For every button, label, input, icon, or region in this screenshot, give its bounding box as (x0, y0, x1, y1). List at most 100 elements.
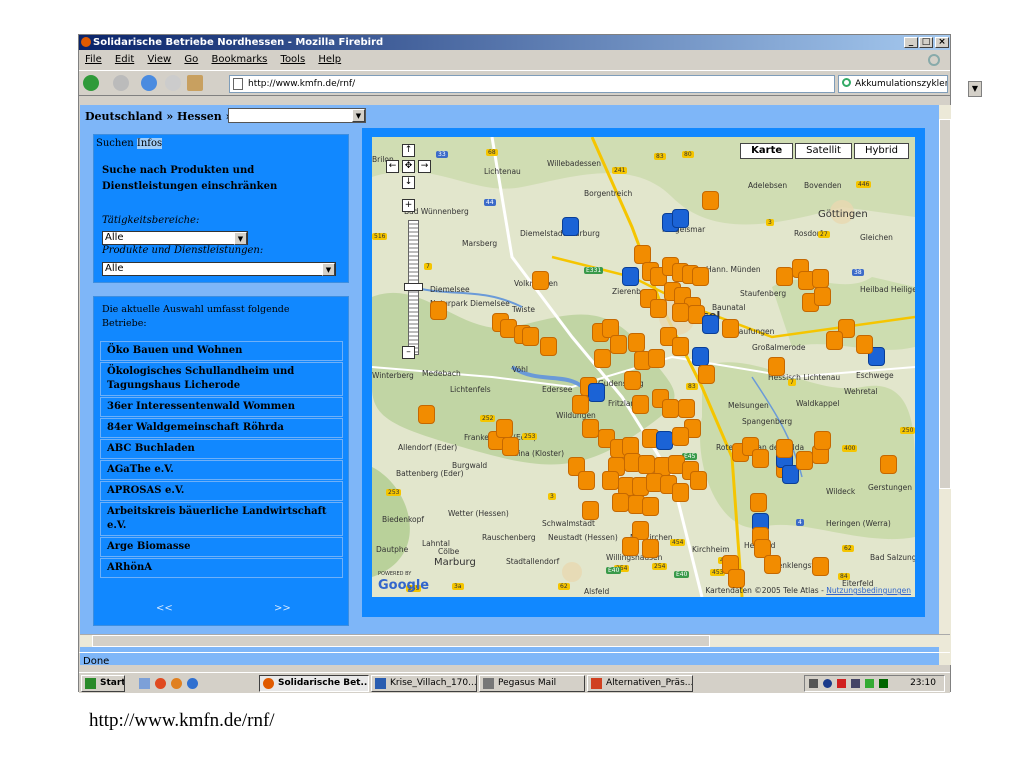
map-marker[interactable] (750, 493, 767, 512)
volume-icon[interactable] (809, 679, 818, 688)
browser-quicklaunch-icon[interactable] (155, 678, 166, 689)
task-powerpoint[interactable]: Alternativen_Präs... (587, 675, 693, 692)
map-marker[interactable] (672, 427, 689, 446)
map-marker[interactable] (768, 357, 785, 376)
map-marker[interactable] (826, 331, 843, 350)
list-item[interactable]: Ökologisches Schullandheim und Tagungsha… (100, 362, 343, 396)
map-marker[interactable] (540, 337, 557, 356)
map-marker[interactable] (814, 431, 831, 450)
map-marker[interactable] (622, 537, 639, 556)
tab-search[interactable]: Suchen (96, 138, 134, 149)
maximize-button[interactable]: □ (919, 37, 933, 48)
map-marker[interactable] (672, 483, 689, 502)
map-marker[interactable] (532, 271, 549, 290)
map-marker[interactable] (622, 267, 639, 286)
map-marker[interactable] (722, 319, 739, 338)
map-marker[interactable] (752, 449, 769, 468)
map-marker[interactable] (496, 419, 513, 438)
back-icon[interactable] (83, 75, 99, 91)
terms-link[interactable]: Nutzungsbedingungen (826, 586, 911, 595)
map-marker[interactable] (502, 437, 519, 456)
map-marker[interactable] (632, 395, 649, 414)
tab-info[interactable]: Infos (136, 138, 163, 149)
map-marker[interactable] (698, 365, 715, 384)
list-item[interactable]: 84er Waldgemeinschaft Röhrda (100, 418, 343, 438)
antivirus-icon[interactable] (865, 679, 874, 688)
menu-view[interactable]: View (147, 54, 171, 65)
map-marker[interactable] (812, 269, 829, 288)
list-item[interactable]: APROSAS e.V. (100, 481, 343, 501)
url-field[interactable]: http://www.kmfn.de/rnf/ ▼ (229, 75, 982, 97)
activity-select[interactable]: Alle ▼ (102, 231, 248, 245)
map-marker[interactable] (624, 371, 641, 390)
map-marker[interactable] (690, 471, 707, 490)
map-marker[interactable] (814, 287, 831, 306)
map-marker[interactable] (582, 419, 599, 438)
search-field[interactable]: Akkumulationszyklen (838, 75, 948, 93)
map-marker[interactable] (856, 335, 873, 354)
map-marker[interactable] (418, 405, 435, 424)
messenger-icon[interactable] (851, 679, 860, 688)
map-marker[interactable] (812, 557, 829, 576)
vertical-scrollbar[interactable] (939, 105, 951, 665)
region-select[interactable]: ▼ (228, 108, 366, 123)
menu-go[interactable]: Go (184, 54, 198, 65)
map-marker[interactable] (430, 301, 447, 320)
list-item[interactable]: Arge Biomasse (100, 537, 343, 557)
map-marker[interactable] (582, 501, 599, 520)
menu-file[interactable]: File (85, 54, 102, 65)
list-item[interactable]: ARhönA (100, 558, 343, 578)
url-dropdown-button[interactable]: ▼ (968, 81, 982, 97)
minimize-button[interactable]: _ (904, 37, 918, 48)
map-marker[interactable] (656, 431, 673, 450)
map-marker[interactable] (594, 349, 611, 368)
map-marker[interactable] (650, 299, 667, 318)
task-pegasus[interactable]: Pegasus Mail (479, 675, 585, 692)
map-marker[interactable] (702, 191, 719, 210)
map-marker[interactable] (692, 347, 709, 366)
map[interactable]: Brilon Lichtenau Willebadessen Borgentre… (372, 137, 915, 597)
pan-up-button[interactable]: ↑ (402, 144, 415, 157)
map-marker[interactable] (672, 337, 689, 356)
security-icon[interactable] (837, 679, 846, 688)
map-marker[interactable] (764, 555, 781, 574)
home-icon[interactable] (187, 75, 203, 91)
prev-page-link[interactable]: << (156, 603, 173, 614)
map-type-karte[interactable]: Karte (740, 143, 794, 159)
list-item[interactable]: AGaThe e.V. (100, 460, 343, 480)
horizontal-scrollbar[interactable] (80, 634, 950, 647)
map-marker[interactable] (562, 217, 579, 236)
map-marker[interactable] (702, 315, 719, 334)
map-marker[interactable] (776, 439, 793, 458)
pan-right-button[interactable]: → (418, 160, 431, 173)
map-marker[interactable] (648, 349, 665, 368)
list-item[interactable]: Öko Bauen und Wohnen (100, 341, 343, 361)
map-type-satellit[interactable]: Satellit (795, 143, 852, 159)
menu-edit[interactable]: Edit (115, 54, 134, 65)
task-word[interactable]: Krise_Villach_170... (371, 675, 477, 692)
forward-icon[interactable] (113, 75, 129, 91)
map-marker[interactable] (602, 471, 619, 490)
map-marker[interactable] (588, 383, 605, 402)
map-marker[interactable] (612, 493, 629, 512)
reload-icon[interactable] (141, 75, 157, 91)
map-marker[interactable] (610, 335, 627, 354)
map-marker[interactable] (880, 455, 897, 474)
map-marker[interactable] (796, 451, 813, 470)
map-marker[interactable] (642, 497, 659, 516)
map-marker[interactable] (578, 471, 595, 490)
close-button[interactable]: × (935, 37, 949, 48)
map-marker[interactable] (642, 539, 659, 558)
battery-icon[interactable] (879, 679, 888, 688)
task-firebird[interactable]: Solidarische Bet... (259, 675, 369, 692)
pan-left-button[interactable]: ← (386, 160, 399, 173)
map-marker[interactable] (662, 399, 679, 418)
network-icon[interactable] (823, 679, 832, 688)
map-marker[interactable] (638, 455, 655, 474)
map-marker[interactable] (572, 395, 589, 414)
zoom-in-button[interactable]: + (402, 199, 415, 212)
vertical-scroll-thumb[interactable] (939, 119, 951, 489)
map-marker[interactable] (692, 267, 709, 286)
list-item[interactable]: Arbeitskreis bäuerliche Landwirtschaft e… (100, 502, 343, 536)
desktop-icon[interactable] (139, 678, 150, 689)
